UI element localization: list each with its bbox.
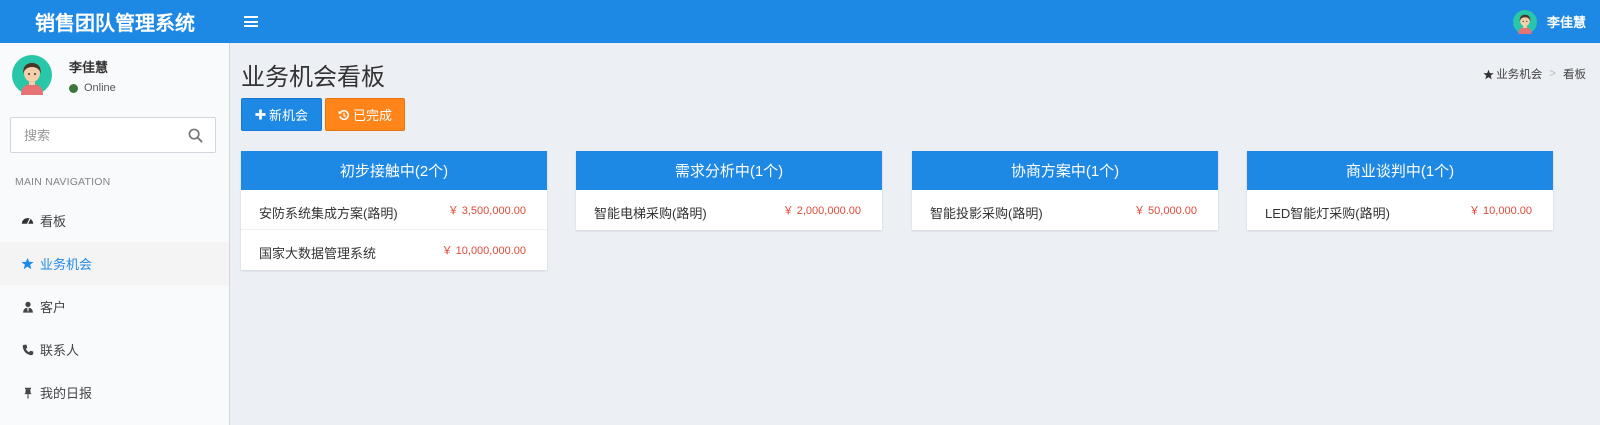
sidebar-item-daily-report[interactable]: 我的日报 (0, 371, 229, 414)
board-column: 需求分析中(1个) 智能电梯采购(路明) ￥ 2,000,000.00 (576, 151, 882, 230)
plus-icon (255, 109, 266, 120)
opportunity-name: 安防系统集成方案(路明) (259, 206, 398, 221)
sidebar-item-label: 我的日报 (40, 386, 93, 401)
dashboard-icon (21, 214, 34, 227)
opportunity-amount: ￥ 10,000,000.00 (441, 245, 526, 257)
content-area: 业务机会看板 业务机会 > 看板 新机会 已完成 初步接触中(2个) 安防系统集… (231, 43, 1600, 425)
pin-icon (21, 386, 34, 399)
status-dot-icon (69, 83, 78, 93)
top-navbar: 销售团队管理系统 李佳慧 (0, 0, 1600, 43)
online-status: Online (69, 82, 116, 94)
completed-label: 已完成 (352, 108, 392, 123)
list-item[interactable]: 智能电梯采购(路明) ￥ 2,000,000.00 (576, 190, 882, 230)
column-header: 商业谈判中(1个) (1247, 151, 1553, 190)
avatar (12, 55, 52, 95)
column-header: 协商方案中(1个) (912, 151, 1218, 190)
sidebar-item-dashboard[interactable]: 看板 (0, 199, 229, 242)
star-icon (21, 257, 34, 270)
star-icon (1483, 69, 1494, 79)
board-column: 初步接触中(2个) 安防系统集成方案(路明) ￥ 3,500,000.00 国家… (241, 151, 547, 270)
board-column: 协商方案中(1个) 智能投影采购(路明) ￥ 50,000.00 (912, 151, 1218, 230)
sidebar-item-label: 客户 (40, 300, 67, 315)
nav-header: MAIN NAVIGATION (15, 176, 111, 188)
new-opportunity-button[interactable]: 新机会 (241, 98, 322, 131)
sidebar-item-opportunities[interactable]: 业务机会 (0, 242, 229, 285)
user-tie-icon (21, 300, 34, 313)
sidebar-menu: 看板 业务机会 客户 联系人 我的日报 (0, 199, 229, 414)
user-menu[interactable]: 李佳慧 (1512, 0, 1586, 43)
list-item[interactable]: 智能投影采购(路明) ￥ 50,000.00 (912, 190, 1218, 230)
opportunity-name: 智能投影采购(路明) (930, 206, 1043, 221)
board-column: 商业谈判中(1个) LED智能灯采购(路明) ￥ 10,000.00 (1247, 151, 1553, 230)
new-opportunity-label: 新机会 (268, 108, 308, 123)
opportunity-name: 智能电梯采购(路明) (594, 206, 707, 221)
page-title: 业务机会看板 (241, 64, 385, 91)
breadcrumb-parent-label: 业务机会 (1496, 69, 1543, 81)
breadcrumb-link-opportunities[interactable]: 业务机会 (1483, 66, 1542, 82)
search-input[interactable] (11, 118, 181, 152)
sidebar-user-name: 李佳慧 (69, 60, 109, 75)
sidebar-item-label: 联系人 (40, 343, 80, 358)
column-header: 需求分析中(1个) (576, 151, 882, 190)
phone-icon (21, 343, 34, 356)
menu-toggle-icon[interactable] (244, 16, 258, 27)
topbar-user-name: 李佳慧 (1546, 15, 1586, 30)
sidebar-item-label: 业务机会 (40, 257, 93, 272)
user-panel: 李佳慧 Online (0, 43, 229, 108)
sidebar: 李佳慧 Online MAIN NAVIGATION 看板 业务机会 (0, 43, 230, 425)
opportunity-name: LED智能灯采购(路明) (1265, 206, 1390, 221)
sidebar-item-contacts[interactable]: 联系人 (0, 328, 229, 371)
breadcrumb-separator: > (1549, 68, 1556, 80)
breadcrumb-current: 看板 (1563, 69, 1586, 81)
list-item[interactable]: 安防系统集成方案(路明) ￥ 3,500,000.00 (241, 190, 547, 230)
avatar (1512, 9, 1537, 34)
list-item[interactable]: LED智能灯采购(路明) ￥ 10,000.00 (1247, 190, 1553, 230)
opportunity-amount: ￥ 10,000.00 (1469, 205, 1532, 217)
opportunity-amount: ￥ 3,500,000.00 (447, 205, 526, 217)
list-item[interactable]: 国家大数据管理系统 ￥ 10,000,000.00 (241, 230, 547, 270)
opportunity-amount: ￥ 2,000,000.00 (782, 205, 861, 217)
opportunity-amount: ￥ 50,000.00 (1134, 205, 1197, 217)
column-header: 初步接触中(2个) (241, 151, 547, 190)
search-form (10, 117, 216, 153)
app-title[interactable]: 销售团队管理系统 (0, 0, 230, 43)
opportunity-name: 国家大数据管理系统 (259, 246, 377, 261)
sidebar-item-customers[interactable]: 客户 (0, 285, 229, 328)
breadcrumb: 业务机会 > 看板 (1483, 66, 1586, 82)
search-icon[interactable] (188, 128, 203, 143)
completed-button[interactable]: 已完成 (325, 98, 405, 131)
status-text: Online (84, 82, 116, 94)
history-icon (338, 109, 350, 121)
sidebar-item-label: 看板 (40, 214, 67, 229)
